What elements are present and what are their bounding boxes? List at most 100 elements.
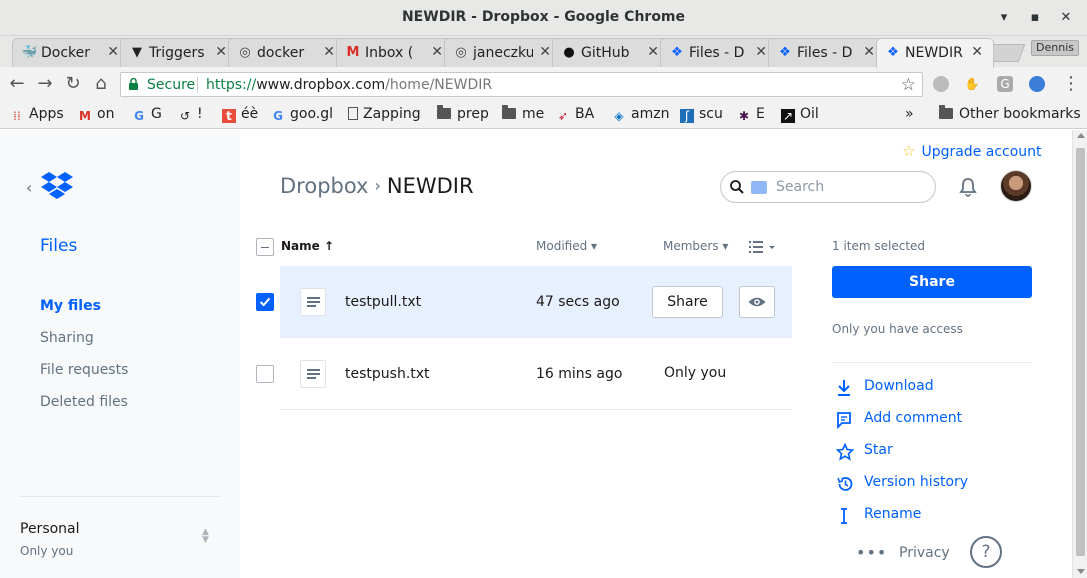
dropbox-logo-icon[interactable] xyxy=(40,172,74,202)
profile-chip[interactable]: Dennis xyxy=(1031,40,1079,56)
tab-close-icon[interactable]: ✕ xyxy=(107,44,119,60)
url-text[interactable]: https://www.dropbox.com/home/NEWDIR xyxy=(206,77,492,93)
bookmark-amzn[interactable]: ◈ amzn xyxy=(612,106,669,124)
scroll-down-icon[interactable] xyxy=(1077,569,1085,574)
sidebar-item-file-requests[interactable]: File requests xyxy=(40,362,128,378)
reload-icon[interactable]: ↻ xyxy=(63,74,83,94)
back-arrow-icon[interactable]: ← xyxy=(7,74,27,94)
folder-icon xyxy=(437,105,451,119)
sidebar-item-sharing[interactable]: Sharing xyxy=(40,330,94,346)
column-members[interactable]: Members ▾ xyxy=(663,239,728,253)
sidebar-item-deleted-files[interactable]: Deleted files xyxy=(40,394,128,410)
view-options-icon[interactable] xyxy=(749,238,779,256)
row-share-button[interactable]: Share xyxy=(652,286,723,318)
search-folder-icon xyxy=(751,181,767,194)
bookmark-folder-me[interactable]: me xyxy=(502,105,545,124)
more-options-icon[interactable]: ••• xyxy=(856,543,887,562)
privacy-link[interactable]: Privacy xyxy=(899,545,950,561)
bookmarks-overflow-icon[interactable]: » xyxy=(905,106,914,124)
tab-close-icon[interactable]: ✕ xyxy=(971,44,983,60)
tab-close-icon[interactable]: ✕ xyxy=(431,44,443,60)
account-name[interactable]: Personal xyxy=(20,521,80,537)
folder-icon xyxy=(939,105,953,119)
browser-tab[interactable]: ▼ Triggers ✕ xyxy=(120,38,238,67)
url-path: /home/NEWDIR xyxy=(385,77,493,93)
upgrade-account-link[interactable]: ☆ Upgrade account xyxy=(902,142,1042,160)
bookmark-apps[interactable]: ⁞⁞ Apps xyxy=(10,106,63,124)
browser-tab[interactable]: ◎ docker ✕ xyxy=(228,38,346,67)
bookmark-t[interactable]: t éè xyxy=(222,106,258,124)
bookmark-google[interactable]: GG xyxy=(132,106,162,124)
tab-close-icon[interactable]: ✕ xyxy=(863,44,875,60)
action-label: Rename xyxy=(864,506,922,522)
search-icon xyxy=(730,180,744,194)
extension-gnome-icon[interactable]: ✋ xyxy=(964,76,980,92)
close-window-icon[interactable]: ✕ xyxy=(1056,8,1076,28)
search-input[interactable]: Search xyxy=(720,171,936,203)
address-bar[interactable]: Secure https://www.dropbox.com/home/NEWD… xyxy=(120,72,923,97)
browser-tab[interactable]: 🐳 Docker ✕ xyxy=(12,38,130,67)
forward-arrow-icon[interactable]: → xyxy=(35,74,55,94)
help-icon[interactable]: ? xyxy=(970,536,1002,568)
minimize-icon[interactable]: ▾ xyxy=(994,8,1014,28)
access-status: Only you have access xyxy=(832,322,963,336)
action-label: Version history xyxy=(864,474,969,490)
bookmark-other[interactable]: Other bookmarks xyxy=(939,105,1081,124)
browser-tab[interactable]: ❖ Files - D ✕ xyxy=(768,38,886,67)
browser-tab[interactable]: ◎ janeczku ✕ xyxy=(444,38,562,67)
select-all-checkbox[interactable] xyxy=(256,238,274,256)
notification-bell-icon[interactable] xyxy=(957,176,979,198)
tab-close-icon[interactable]: ✕ xyxy=(647,44,659,60)
sidebar-section-files[interactable]: Files xyxy=(40,236,77,256)
sidebar: ‹ Files My files Sharing File requests D… xyxy=(0,130,240,578)
collapse-chevron-icon[interactable]: ‹ xyxy=(26,178,32,197)
home-icon[interactable]: ⌂ xyxy=(91,74,111,94)
extension-globe-icon[interactable] xyxy=(1029,76,1045,92)
file-name[interactable]: testpull.txt xyxy=(345,294,421,310)
bookmark-zapping[interactable]: Zapping xyxy=(348,106,421,124)
browser-tab[interactable]: M Inbox ( ✕ xyxy=(336,38,454,67)
preview-button[interactable] xyxy=(739,286,775,318)
avatar[interactable] xyxy=(1000,170,1032,202)
bookmark-oil[interactable]: ↗ Oil xyxy=(781,106,819,124)
scroll-thumb[interactable] xyxy=(1076,148,1085,556)
account-switch-icon[interactable]: ▲ ▼ xyxy=(202,528,209,545)
tab-close-icon[interactable]: ✕ xyxy=(323,44,335,60)
bookmark-folder-prep[interactable]: prep xyxy=(437,105,489,124)
extension-circle-icon[interactable] xyxy=(933,76,949,92)
bookmark-scu[interactable]: ʃ scu xyxy=(680,106,723,124)
browser-tab-active[interactable]: ❖ NEWDIR ✕ xyxy=(876,38,994,68)
bookmark-ba[interactable]: ➶ BA xyxy=(556,106,594,124)
action-label: Add comment xyxy=(864,410,963,426)
table-row[interactable]: testpush.txt 16 mins ago Only you xyxy=(256,338,792,410)
table-row[interactable]: testpull.txt 47 secs ago Share xyxy=(256,266,792,338)
sidebar-item-my-files[interactable]: My files xyxy=(40,298,101,314)
tab-close-icon[interactable]: ✕ xyxy=(215,44,227,60)
details-divider xyxy=(832,362,1032,363)
page-scrollbar[interactable] xyxy=(1072,130,1087,578)
browser-tab[interactable]: ● GitHub ✕ xyxy=(552,38,670,67)
maximize-icon[interactable]: ▪ xyxy=(1025,8,1045,28)
row-checkbox[interactable] xyxy=(256,365,274,383)
share-button[interactable]: Share xyxy=(832,266,1032,298)
breadcrumb-root[interactable]: Dropbox xyxy=(280,174,368,198)
bookmark-label: amzn xyxy=(631,106,670,122)
bookmark-gmail[interactable]: Mon xyxy=(78,106,114,124)
bookmark-undo[interactable]: ↺! xyxy=(178,106,203,124)
file-name[interactable]: testpush.txt xyxy=(345,366,430,382)
action-label: Download xyxy=(864,378,934,394)
tab-close-icon[interactable]: ✕ xyxy=(755,44,767,60)
browser-tab[interactable]: ❖ Files - D ✕ xyxy=(660,38,778,67)
column-name[interactable]: Name ↑ xyxy=(281,239,334,253)
bookmark-label: me xyxy=(522,106,545,122)
bookmark-googl[interactable]: Ggoo.gl xyxy=(271,106,333,124)
tab-close-icon[interactable]: ✕ xyxy=(539,44,551,60)
chrome-menu-icon[interactable]: ⋮ xyxy=(1061,74,1081,94)
column-modified[interactable]: Modified ▾ xyxy=(536,239,597,253)
chart-icon: ↗ xyxy=(781,109,795,123)
extension-g-icon[interactable]: G xyxy=(997,76,1013,92)
scroll-up-icon[interactable] xyxy=(1077,133,1085,138)
bookmark-star-icon[interactable]: ☆ xyxy=(901,75,916,95)
bookmark-e[interactable]: ✱ E xyxy=(737,106,765,124)
row-checkbox[interactable] xyxy=(256,293,274,311)
